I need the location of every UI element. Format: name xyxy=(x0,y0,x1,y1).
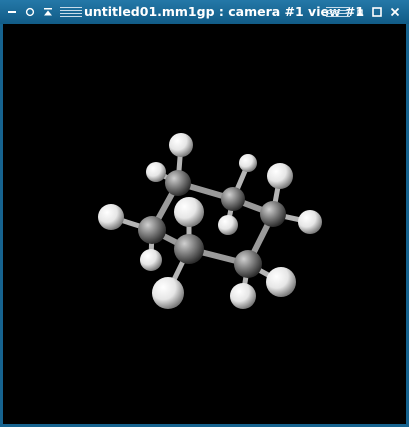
maximize-icon[interactable] xyxy=(369,4,385,20)
hydrogen-atom xyxy=(98,204,124,230)
hydrogen-atom xyxy=(140,249,162,271)
hydrogen-atom xyxy=(267,163,293,189)
close-icon[interactable] xyxy=(387,4,403,20)
hydrogen-atom xyxy=(169,133,193,157)
iconify-icon[interactable] xyxy=(352,4,368,20)
window-title: untitled01.mm1gp : camera #1 view #1 xyxy=(84,4,365,19)
carbon-atom xyxy=(221,187,245,211)
hydrogen-atom xyxy=(230,283,256,309)
hydrogen-atom xyxy=(266,267,296,297)
carbon-atom xyxy=(174,234,204,264)
hydrogen-atom xyxy=(174,197,204,227)
titlebar-grip-left xyxy=(60,7,82,17)
carbon-atom xyxy=(165,170,191,196)
atoms-back xyxy=(98,133,322,271)
titlebar-grip-right xyxy=(326,7,350,17)
hydrogen-atom xyxy=(298,210,322,234)
titlebar[interactable]: untitled01.mm1gp : camera #1 view #1 xyxy=(0,0,409,24)
camera-viewport[interactable] xyxy=(3,24,406,424)
app-window: untitled01.mm1gp : camera #1 view #1 xyxy=(0,0,409,427)
carbon-atom xyxy=(234,250,262,278)
molecule-render xyxy=(98,133,322,309)
carbon-atom xyxy=(260,201,286,227)
carbon-atom xyxy=(138,216,166,244)
hydrogen-atom xyxy=(152,277,184,309)
minimize-icon[interactable] xyxy=(4,4,20,20)
hydrogen-atom xyxy=(146,162,166,182)
hydrogen-atom xyxy=(239,154,257,172)
shade-icon[interactable] xyxy=(40,4,56,20)
hydrogen-atom xyxy=(218,215,238,235)
circle-icon[interactable] xyxy=(22,4,38,20)
